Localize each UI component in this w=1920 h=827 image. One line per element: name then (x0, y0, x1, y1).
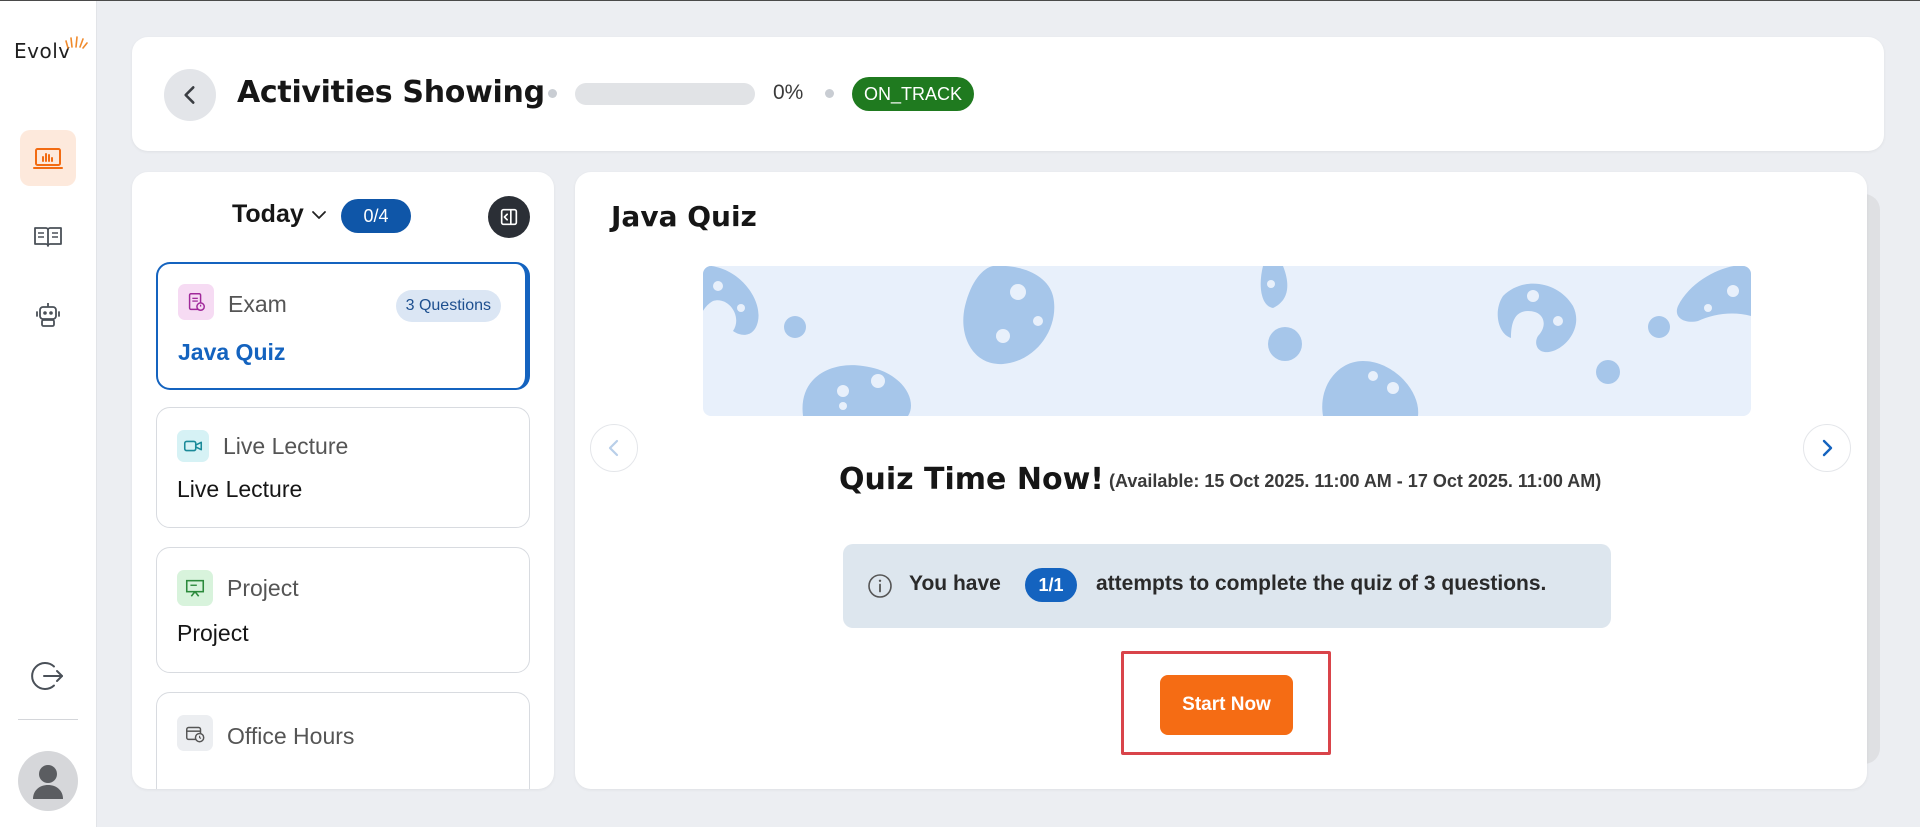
window-top-border (0, 0, 1920, 1)
sidebar-divider (18, 719, 78, 720)
chevron-down-icon (311, 210, 326, 219)
chevron-right-icon (1822, 439, 1833, 457)
attempts-suffix: attempts to complete the quiz of 3 quest… (1096, 572, 1547, 595)
activity-count-badge: 0/4 (341, 199, 411, 233)
sidebar: Evolv (0, 1, 97, 827)
calendar-clock-icon (177, 715, 213, 751)
progress-percent: 0% (773, 81, 804, 104)
activity-type-label: Exam (228, 291, 287, 317)
collapse-panel-button[interactable] (488, 196, 530, 238)
sidebar-item-dashboard[interactable] (20, 130, 76, 186)
availability-text: (Available: 15 Oct 2025. 11:00 AM - 17 O… (1109, 471, 1602, 491)
info-icon (868, 574, 892, 598)
collapse-panel-icon (500, 208, 518, 226)
activity-type-label: Live Lecture (223, 433, 349, 459)
sidebar-item-courses[interactable] (20, 209, 76, 265)
video-icon (177, 430, 209, 462)
attempts-count-badge: 1/1 (1025, 568, 1077, 602)
activity-name: Java Quiz (178, 339, 286, 365)
activity-name: Project (177, 620, 249, 646)
logo-text: Evolv (14, 39, 71, 63)
activity-list-panel: Today 0/4 Exam 3 Questions Java Quiz Liv… (132, 172, 554, 789)
header-card: Activities Showing 0% ON_TRACK (132, 37, 1884, 151)
activity-card-office-hours[interactable]: Office Hours (156, 692, 530, 789)
presentation-icon (177, 570, 213, 606)
logo-rays-icon (65, 36, 88, 49)
day-label: Today (232, 200, 304, 228)
chevron-left-icon (608, 439, 619, 457)
sidebar-item-assistant[interactable] (20, 286, 76, 342)
questions-badge: 3 Questions (395, 290, 501, 322)
attempts-info-box: You have 1/1 attempts to complete the qu… (843, 544, 1611, 628)
progress-bar (575, 83, 755, 105)
day-selector[interactable]: Today (232, 200, 328, 229)
page-title: Activities Showing (237, 75, 545, 110)
quiz-title: Java Quiz (611, 200, 757, 233)
exam-icon (178, 284, 214, 320)
logout-button[interactable] (27, 655, 69, 697)
activity-name: Live Lecture (177, 476, 303, 502)
activity-card-live-lecture[interactable]: Live Lecture Live Lecture (156, 407, 530, 528)
activity-type-label: Project (227, 575, 299, 601)
attempts-prefix: You have (909, 572, 1001, 595)
robot-icon (36, 303, 60, 327)
separator-dot (548, 89, 557, 98)
back-button[interactable] (164, 69, 216, 121)
separator-dot (825, 89, 834, 98)
quiz-banner-image (703, 266, 1751, 416)
previous-slide-button[interactable] (590, 424, 638, 472)
evolv-logo: Evolv (14, 36, 88, 67)
status-badge: ON_TRACK (852, 77, 975, 111)
next-slide-button[interactable] (1803, 424, 1851, 472)
quiz-detail-panel: Java Quiz Quiz Time Now! (Available: 15 … (575, 172, 1867, 789)
question-marks-pattern (703, 266, 1751, 416)
activity-card-exam[interactable]: Exam 3 Questions Java Quiz (156, 262, 530, 390)
activity-type-label: Office Hours (227, 723, 355, 749)
quiz-heading: Quiz Time Now! (839, 462, 1104, 497)
start-now-button[interactable]: Start Now (1160, 675, 1293, 735)
chevron-left-icon (184, 86, 195, 104)
chart-screen-icon (33, 148, 63, 169)
user-avatar-icon (33, 765, 63, 799)
activity-card-project[interactable]: Project Project (156, 547, 530, 673)
logout-icon (31, 662, 63, 690)
user-avatar[interactable] (18, 751, 78, 811)
book-icon (34, 227, 62, 247)
